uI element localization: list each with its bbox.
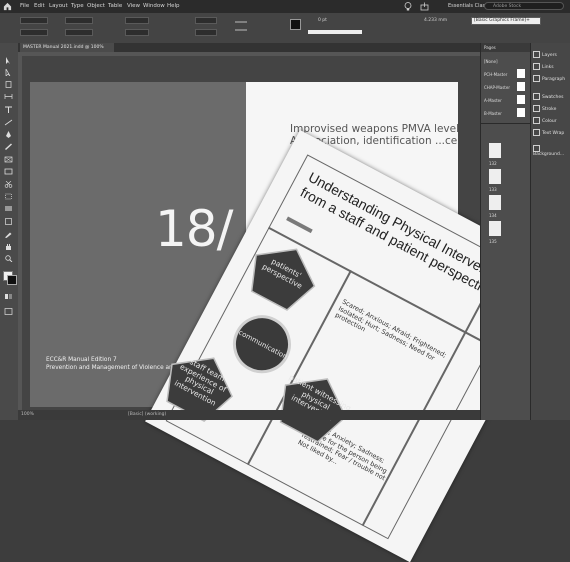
- pen-tool-icon[interactable]: [4, 131, 13, 138]
- text-wrap-icon: [533, 129, 540, 136]
- height-field[interactable]: [65, 29, 93, 36]
- master-thumbnail[interactable]: [517, 69, 525, 78]
- stroke-weight[interactable]: 0 pt: [318, 18, 327, 23]
- rotate-field[interactable]: [195, 17, 217, 24]
- collapsed-panels: Layers Links Paragraph Swatches Stroke C…: [530, 43, 570, 420]
- pencil-tool-icon[interactable]: [4, 143, 13, 150]
- hand-tool-icon[interactable]: [4, 243, 13, 250]
- apply-color-icon[interactable]: [4, 293, 13, 300]
- note-tool-icon[interactable]: [4, 218, 13, 225]
- stock-search-input[interactable]: Adobe Stock: [484, 2, 564, 10]
- rectangle-frame-tool-icon[interactable]: [4, 156, 13, 163]
- page-thumbnail[interactable]: [489, 221, 501, 236]
- swatches-icon: [533, 93, 540, 100]
- menu-help[interactable]: Help: [167, 3, 180, 9]
- menu-view[interactable]: View: [127, 3, 140, 9]
- stroke-type[interactable]: [308, 30, 362, 34]
- menu-edit[interactable]: Edit: [34, 3, 45, 9]
- layers-panel-tab[interactable]: Layers: [533, 51, 557, 58]
- menu-layout[interactable]: Layout: [49, 3, 68, 9]
- master-thumbnail[interactable]: [517, 95, 525, 104]
- scale-x-field[interactable]: [125, 17, 149, 24]
- background-panel-tab[interactable]: Background...: [533, 145, 570, 157]
- zoom-tool-icon[interactable]: [4, 255, 13, 262]
- master-b[interactable]: B-Master: [484, 111, 502, 116]
- menu-bar: File Edit Layout Type Object Table View …: [0, 0, 570, 13]
- object-style-select[interactable]: [Basic Graphics Frame]+: [471, 17, 541, 25]
- master-thumbnail[interactable]: [517, 108, 525, 117]
- eyedropper-tool-icon[interactable]: [4, 231, 13, 238]
- master-pch[interactable]: PCH-Master: [484, 72, 507, 77]
- free-transform-tool-icon[interactable]: [4, 193, 13, 200]
- paragraph-panel-tab[interactable]: Paragraph: [533, 75, 565, 82]
- vertical-ruler[interactable]: [18, 56, 22, 410]
- colour-icon: [533, 117, 540, 124]
- pages-panel-header[interactable]: Pages: [484, 45, 496, 50]
- master-a[interactable]: A-Master: [484, 98, 502, 103]
- direct-selection-tool-icon[interactable]: [4, 69, 13, 76]
- page-number: 132: [489, 161, 497, 166]
- master-thumbnail[interactable]: [517, 82, 525, 91]
- tools-panel: [0, 43, 19, 420]
- control-bar: 0 pt 4.233 mm [Basic Graphics Frame]+: [0, 13, 570, 44]
- page-number: 134: [489, 213, 497, 218]
- x-field[interactable]: [20, 17, 48, 24]
- footer-line-1: ECC&R Manual Edition 7: [46, 357, 117, 363]
- master-chap[interactable]: CHAP-Master: [484, 85, 510, 90]
- fill-swatch[interactable]: [290, 19, 301, 30]
- colour-panel-tab[interactable]: Colour: [533, 117, 557, 124]
- menu-table[interactable]: Table: [108, 3, 122, 9]
- page-number: 133: [489, 187, 497, 192]
- dimension-field[interactable]: 4.233 mm: [424, 18, 447, 23]
- master-none[interactable]: [None]: [484, 59, 498, 64]
- zoom-level[interactable]: 100%: [21, 412, 34, 417]
- layers-icon: [533, 51, 540, 58]
- selection-tool-icon[interactable]: [4, 57, 13, 64]
- type-tool-icon[interactable]: [4, 106, 13, 113]
- page-number: 135: [489, 239, 497, 244]
- menu-window[interactable]: Window: [143, 3, 165, 9]
- background-icon: [533, 145, 540, 152]
- chapter-number: 18/: [155, 200, 233, 258]
- page-thumbnail[interactable]: [489, 169, 501, 184]
- page-thumbnail[interactable]: [489, 195, 501, 210]
- stroke-color-swatch[interactable]: [7, 275, 17, 285]
- menu-object[interactable]: Object: [87, 3, 105, 9]
- status-bar: 100% [Basic] (working): [18, 410, 480, 420]
- document-tab[interactable]: MASTER Manual 2021.indd @ 100%: [20, 43, 114, 52]
- links-icon: [533, 63, 540, 70]
- page-thumbnail[interactable]: [489, 143, 501, 158]
- stroke-panel-tab[interactable]: Stroke: [533, 105, 556, 112]
- shear-field[interactable]: [195, 29, 217, 36]
- text-wrap-panel-tab[interactable]: Text Wrap: [533, 129, 564, 136]
- pages-panel: Pages [None] PCH-Master CHAP-Master A-Ma…: [480, 43, 531, 420]
- page-tool-icon[interactable]: [4, 81, 13, 88]
- y-field[interactable]: [20, 29, 48, 36]
- horizontal-ruler[interactable]: [18, 52, 480, 56]
- gradient-tool-icon[interactable]: [4, 205, 13, 212]
- scissors-tool-icon[interactable]: [4, 181, 13, 188]
- preflight-profile[interactable]: [Basic] (working): [128, 412, 166, 417]
- share-icon[interactable]: [420, 2, 429, 11]
- swatches-panel-tab[interactable]: Swatches: [533, 93, 564, 100]
- links-panel-tab[interactable]: Links: [533, 63, 554, 70]
- menu-file[interactable]: File: [20, 3, 29, 9]
- rotate-flip-icons[interactable]: [233, 18, 249, 34]
- gap-tool-icon[interactable]: [4, 93, 13, 100]
- menu-type[interactable]: Type: [71, 3, 84, 9]
- home-icon[interactable]: [3, 2, 12, 11]
- lightbulb-icon[interactable]: [404, 2, 412, 11]
- document-tab-bar: MASTER Manual 2021.indd @ 100%: [18, 43, 480, 52]
- paragraph-icon: [533, 75, 540, 82]
- width-field[interactable]: [65, 17, 93, 24]
- screen-mode-icon[interactable]: [4, 308, 13, 315]
- rectangle-tool-icon[interactable]: [4, 168, 13, 175]
- scale-y-field[interactable]: [125, 29, 149, 36]
- stroke-icon: [533, 105, 540, 112]
- line-tool-icon[interactable]: [4, 119, 13, 126]
